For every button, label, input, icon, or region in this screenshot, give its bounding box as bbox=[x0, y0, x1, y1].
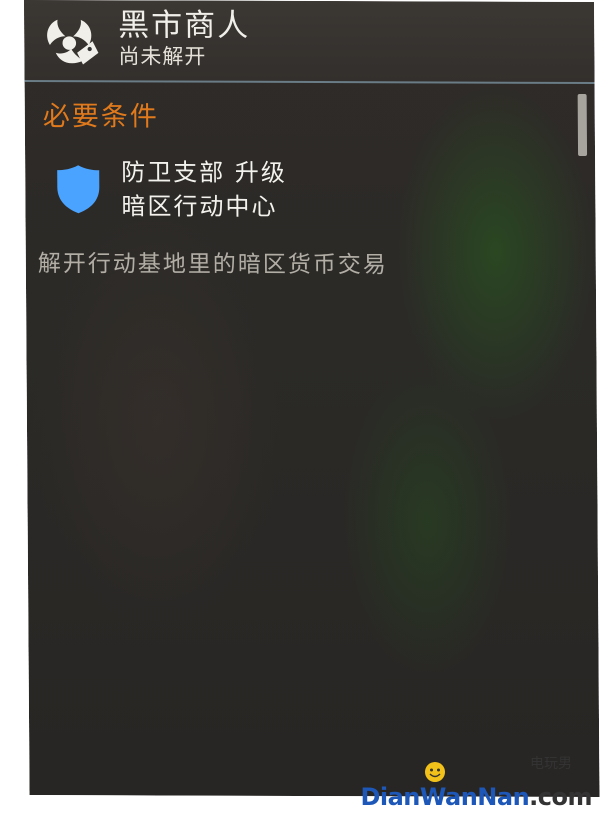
vendor-title: 黑市商人 bbox=[118, 7, 251, 44]
panel-header: 黑市商人 尚未解开 bbox=[24, 0, 595, 84]
biohazard-icon bbox=[47, 19, 99, 65]
vendor-panel: 黑市商人 尚未解开 必要条件 防卫支部 升级 暗区行动中心 解开行动基地里的暗区… bbox=[24, 0, 600, 798]
scrollbar-thumb[interactable] bbox=[577, 93, 588, 156]
watermark-url-main: DianWanNan bbox=[360, 783, 530, 811]
requirements-heading: 必要条件 bbox=[42, 101, 159, 133]
requirement-name: 防卫支部 升级 bbox=[121, 158, 287, 187]
unlock-description: 解开行动基地里的暗区货币交易 bbox=[37, 251, 388, 279]
requirement-detail: 暗区行动中心 bbox=[121, 192, 278, 221]
unlock-status: 尚未解开 bbox=[118, 44, 207, 69]
smiley-face-icon bbox=[425, 762, 445, 782]
watermark-chinese: 电玩男 bbox=[530, 756, 572, 772]
shield-icon bbox=[57, 165, 100, 214]
site-watermark: 电玩男 DianWanNan.com bbox=[292, 753, 592, 811]
watermark-url-suffix: .com bbox=[529, 783, 592, 811]
watermark-url: DianWanNan.com bbox=[360, 783, 592, 811]
